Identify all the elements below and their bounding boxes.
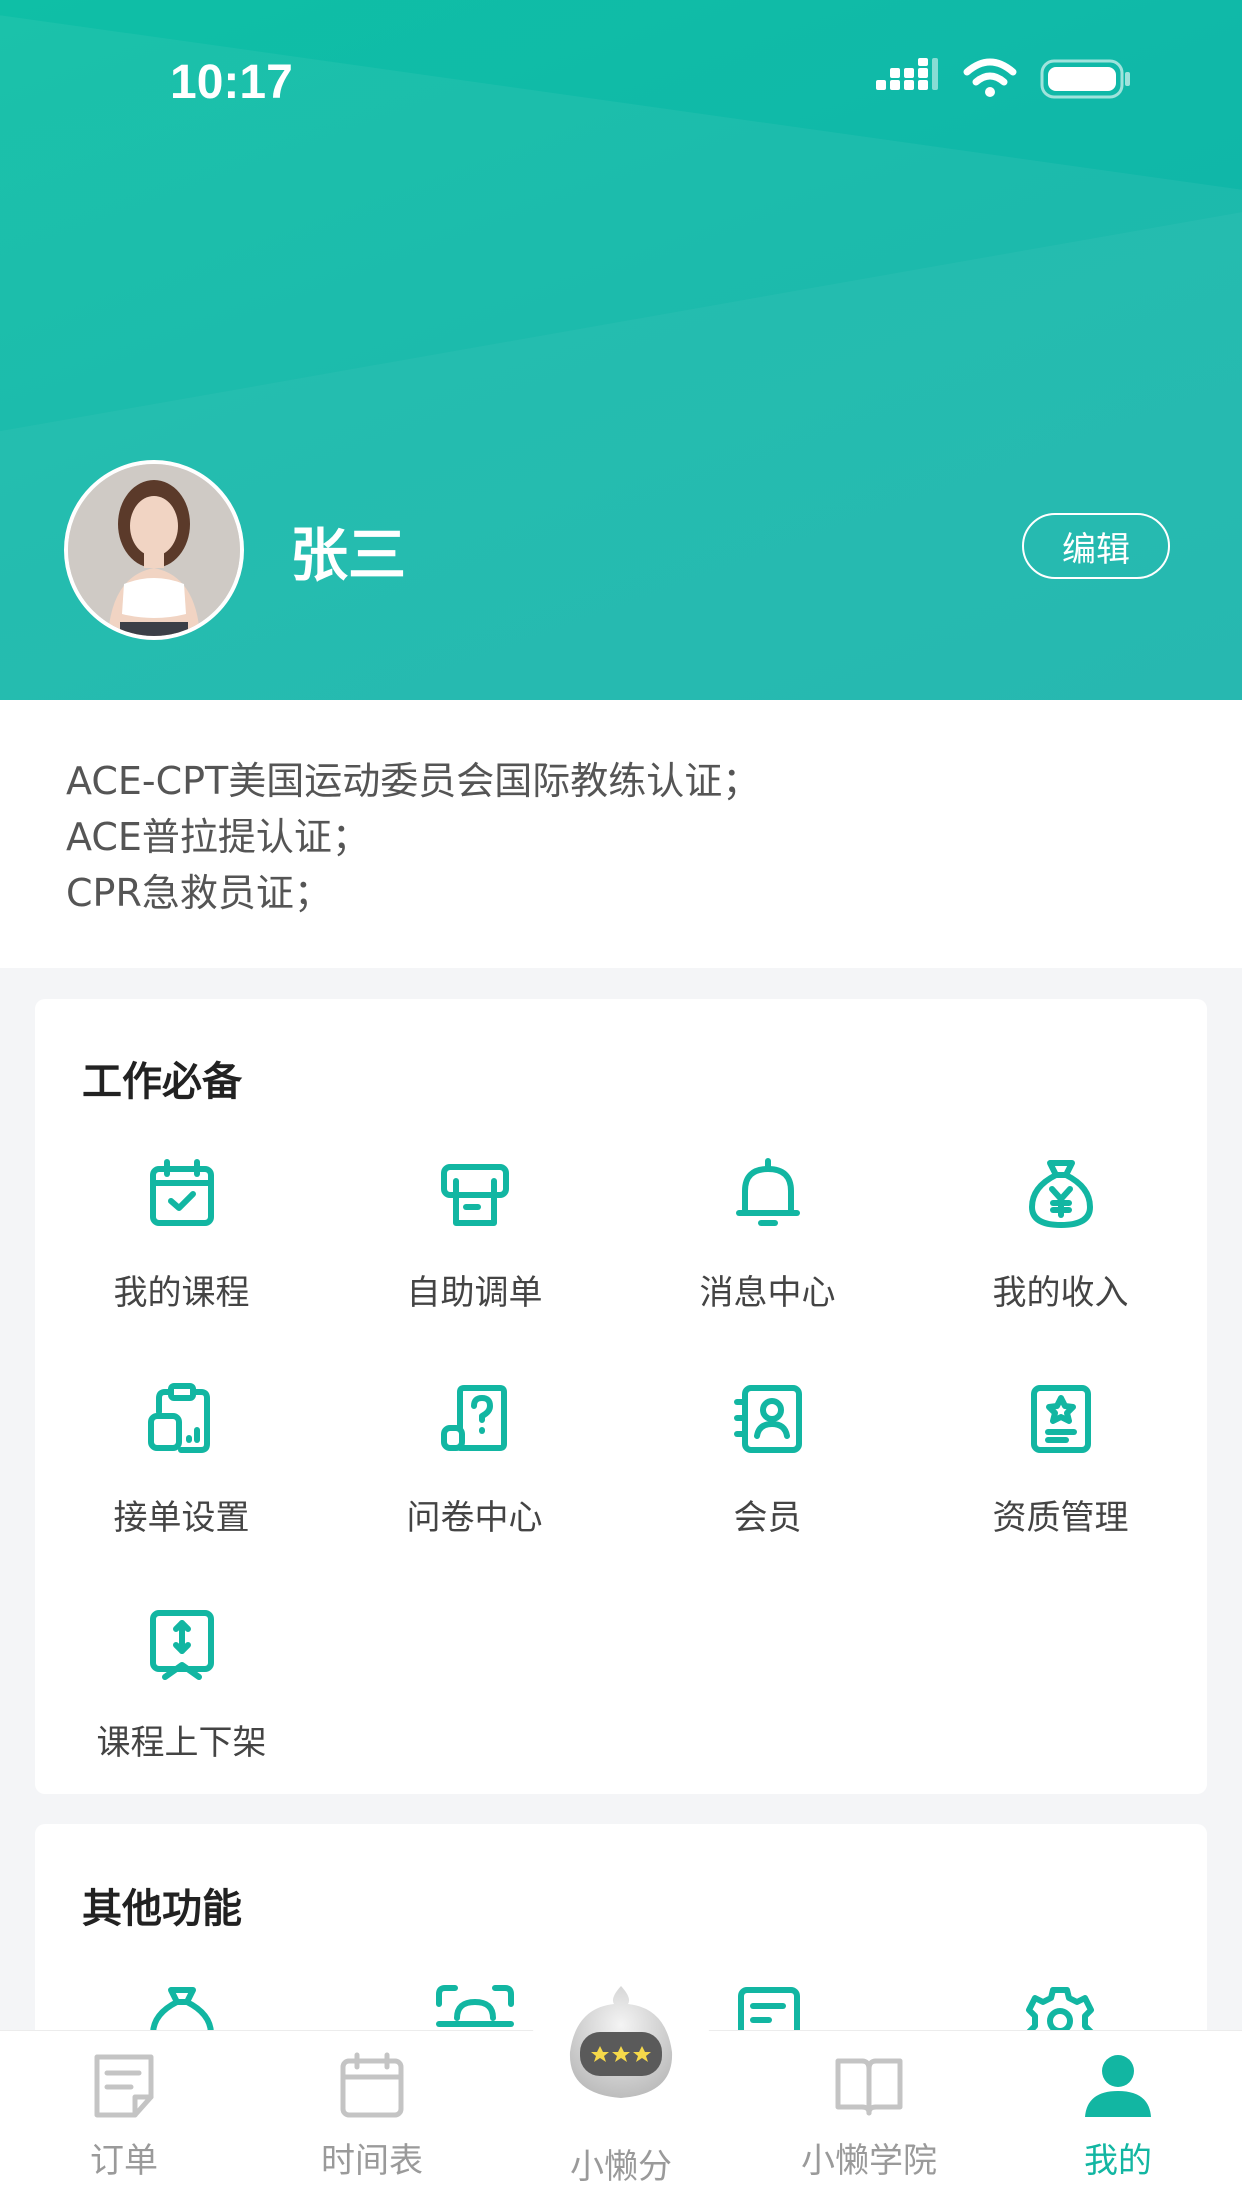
grid-item-label: 会员 xyxy=(733,1498,802,1538)
certificate-item: ACE-CPT美国运动委员会国际教练认证； xyxy=(66,759,761,803)
wifi-icon xyxy=(963,58,1017,97)
status-time: 10:17 xyxy=(170,56,293,109)
order-icon xyxy=(94,2054,154,2118)
person-icon xyxy=(1085,2055,1151,2117)
grid-item-label: 课程上下架 xyxy=(96,1723,267,1763)
certificate-icon xyxy=(1030,1385,1091,1453)
tab-lazy-score[interactable]: 小懒分 xyxy=(497,2139,745,2188)
tab-orders[interactable]: 订单 xyxy=(0,2051,248,2182)
grid-item-my-courses[interactable]: 我的课程 xyxy=(35,1157,328,1314)
section-title: 工作必备 xyxy=(82,1059,242,1105)
question-doc-icon xyxy=(440,1385,507,1451)
edit-button[interactable]: 编辑 xyxy=(1022,513,1170,579)
tab-label: 订单 xyxy=(90,2141,158,2181)
book-icon xyxy=(835,2058,903,2116)
battery-icon xyxy=(1040,59,1130,99)
schedule-icon xyxy=(340,2052,404,2118)
grid-item-course-shelf[interactable]: 课程上下架 xyxy=(35,1607,328,1764)
grid-item-label: 我的课程 xyxy=(113,1273,250,1313)
grid-item-label: 我的收入 xyxy=(992,1273,1129,1313)
money-bag-icon xyxy=(1028,1160,1093,1228)
robot-icon[interactable] xyxy=(556,1982,686,2112)
section-title: 其他功能 xyxy=(82,1886,242,1932)
grid-item-member[interactable]: 会员 xyxy=(621,1382,914,1539)
tab-academy[interactable]: 小懒学院 xyxy=(745,2051,993,2182)
grid-item-self-adjust[interactable]: 自助调单 xyxy=(328,1157,621,1314)
calendar-check-icon xyxy=(149,1159,214,1226)
clipboard-settings-icon xyxy=(147,1383,210,1453)
shelf-updown-icon xyxy=(149,1610,214,1680)
certificate-item: CPR急救员证； xyxy=(66,871,332,915)
grid-item-label: 接单设置 xyxy=(113,1498,250,1538)
grid-item-label: 自助调单 xyxy=(406,1273,543,1313)
grid-item-label: 资质管理 xyxy=(992,1498,1129,1538)
grid-item-qualification[interactable]: 资质管理 xyxy=(914,1382,1207,1539)
bell-icon xyxy=(735,1158,800,1226)
certificate-list: ACE-CPT美国运动委员会国际教练认证； ACE普拉提认证； CPR急救员证； xyxy=(0,700,1242,968)
cellular-signal-icon xyxy=(876,58,938,90)
grid-item-label: 问卷中心 xyxy=(406,1498,543,1538)
tab-schedule[interactable]: 时间表 xyxy=(248,2051,496,2182)
avatar[interactable] xyxy=(64,460,244,640)
tab-label: 我的 xyxy=(1084,2141,1152,2181)
certificate-item: ACE普拉提认证； xyxy=(66,815,370,859)
grid-item-questionnaire[interactable]: 问卷中心 xyxy=(328,1382,621,1539)
tab-label: 小懒学院 xyxy=(801,2141,937,2181)
profile-header: 10:17 张三 编辑 xyxy=(0,0,1242,700)
tab-label: 时间表 xyxy=(321,2141,423,2181)
grid-item-label: 消息中心 xyxy=(699,1273,836,1313)
status-icons xyxy=(876,58,1132,100)
work-essentials-card: 工作必备 我的课程 自助调单 消息中心 我的收入 接单设置 问卷中心 会员 资质… xyxy=(35,999,1207,1794)
member-card-icon xyxy=(733,1385,802,1453)
grid-item-message-center[interactable]: 消息中心 xyxy=(621,1157,914,1314)
user-name: 张三 xyxy=(290,521,407,589)
grid-item-order-settings[interactable]: 接单设置 xyxy=(35,1382,328,1539)
printer-doc-icon xyxy=(440,1164,509,1226)
tab-mine[interactable]: 我的 xyxy=(994,2051,1242,2182)
grid-item-my-income[interactable]: 我的收入 xyxy=(914,1157,1207,1314)
tab-label: 小懒分 xyxy=(570,2147,672,2187)
